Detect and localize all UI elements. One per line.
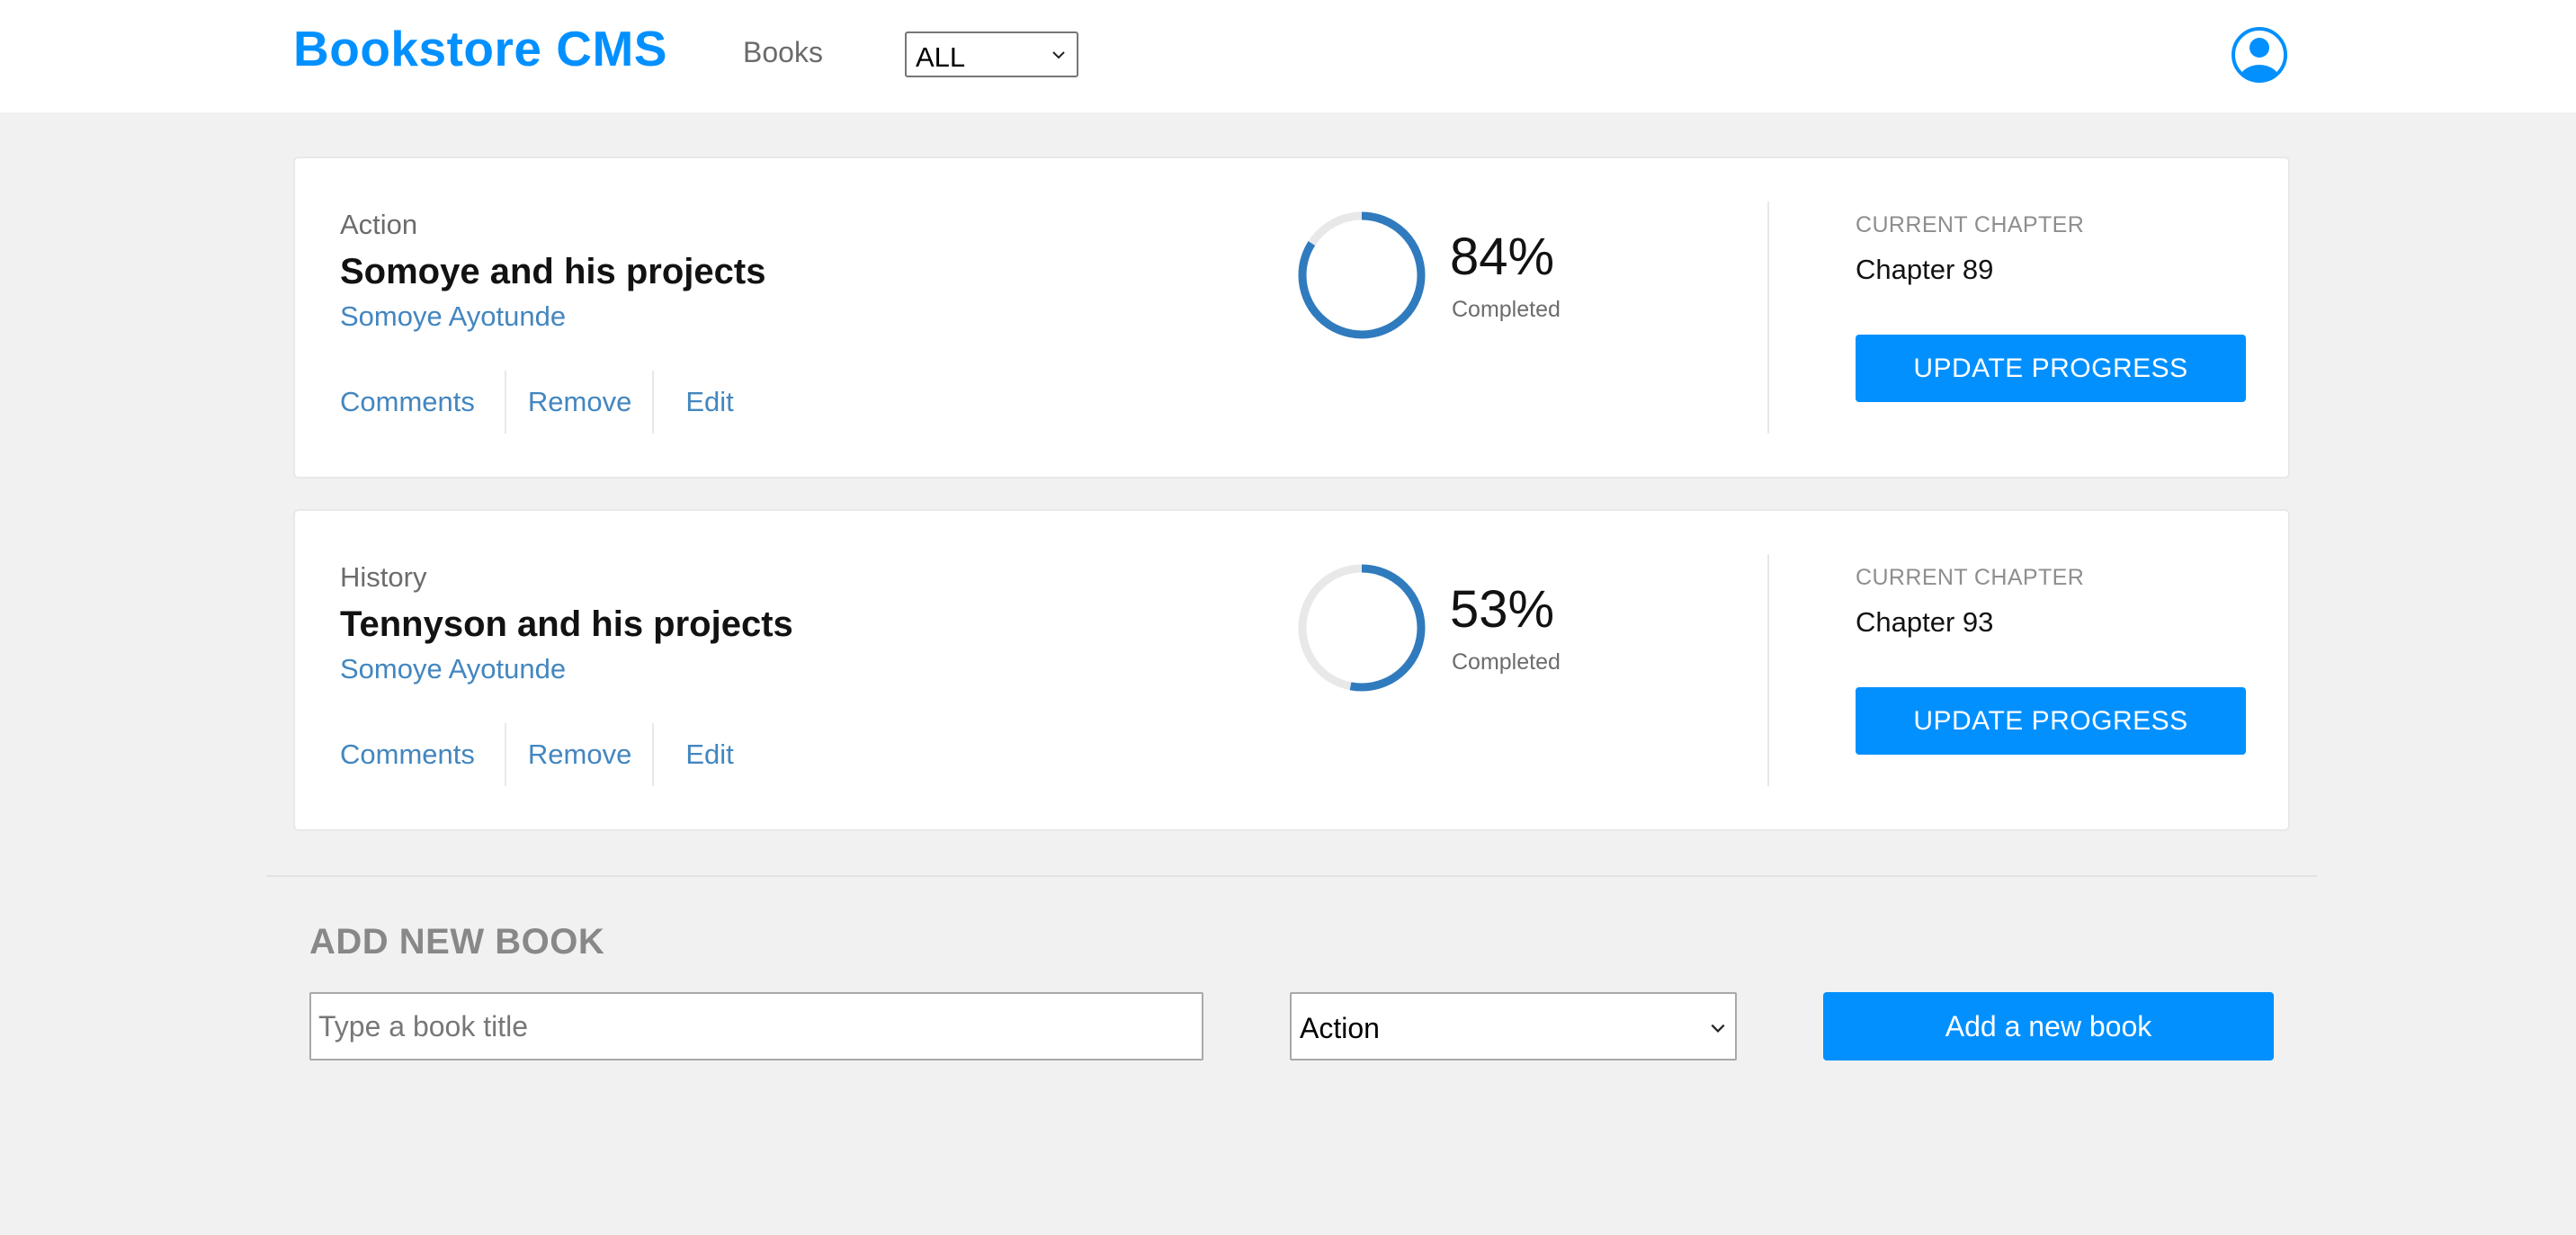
progress-percent: 84% bbox=[1450, 228, 1555, 286]
remove-button[interactable]: Remove bbox=[506, 738, 652, 771]
edit-button[interactable]: Edit bbox=[654, 738, 733, 771]
current-chapter: Chapter 93 bbox=[1856, 606, 1994, 638]
book-card: Action Somoye and his projects Somoye Ay… bbox=[293, 157, 2290, 479]
app-header: Bookstore CMS Books ALL bbox=[0, 0, 2576, 112]
book-card: History Tennyson and his projects Somoye… bbox=[293, 509, 2290, 831]
comments-button[interactable]: Comments bbox=[340, 386, 505, 418]
book-title: Somoye and his projects bbox=[340, 252, 766, 291]
current-chapter-label: CURRENT CHAPTER bbox=[1856, 565, 2085, 590]
current-chapter: Chapter 89 bbox=[1856, 254, 1994, 285]
update-progress-button[interactable]: UPDATE PROGRESS bbox=[1856, 687, 2246, 755]
completed-label: Completed bbox=[1452, 297, 1561, 322]
user-circle-icon[interactable] bbox=[2229, 25, 2290, 85]
card-divider bbox=[1767, 554, 1769, 786]
book-category-select[interactable]: Action bbox=[1290, 992, 1737, 1060]
chevron-down-icon bbox=[1052, 51, 1065, 59]
book-title: Tennyson and his projects bbox=[340, 604, 793, 644]
edit-button[interactable]: Edit bbox=[654, 386, 733, 418]
book-genre: History bbox=[340, 561, 427, 593]
progress-percent: 53% bbox=[1450, 580, 1555, 639]
card-divider bbox=[1767, 201, 1769, 434]
add-book-button[interactable]: Add a new book bbox=[1823, 992, 2274, 1060]
book-category-value: Action bbox=[1300, 1012, 1380, 1044]
section-divider bbox=[266, 875, 2317, 877]
comments-button[interactable]: Comments bbox=[340, 738, 505, 771]
book-author[interactable]: Somoye Ayotunde bbox=[340, 653, 566, 685]
chevron-down-icon bbox=[1711, 1024, 1725, 1033]
progress-indicator: 84% Completed bbox=[1295, 209, 1655, 344]
progress-ring bbox=[1298, 211, 1426, 339]
category-filter-value: ALL bbox=[916, 41, 966, 73]
remove-button[interactable]: Remove bbox=[506, 386, 652, 418]
book-author[interactable]: Somoye Ayotunde bbox=[340, 300, 566, 333]
progress-ring bbox=[1298, 564, 1426, 692]
book-title-input[interactable] bbox=[309, 992, 1203, 1060]
book-genre: Action bbox=[340, 209, 418, 240]
book-actions: Comments Remove Edit bbox=[340, 723, 734, 786]
book-actions: Comments Remove Edit bbox=[340, 371, 734, 434]
brand-logo[interactable]: Bookstore CMS bbox=[293, 20, 667, 77]
add-book-heading: ADD NEW BOOK bbox=[309, 922, 605, 962]
nav-link-books[interactable]: Books bbox=[743, 36, 823, 69]
update-progress-button[interactable]: UPDATE PROGRESS bbox=[1856, 335, 2246, 402]
progress-indicator: 53% Completed bbox=[1295, 561, 1655, 696]
current-chapter-label: CURRENT CHAPTER bbox=[1856, 212, 2085, 237]
category-filter-select[interactable]: ALL bbox=[905, 31, 1078, 77]
completed-label: Completed bbox=[1452, 649, 1561, 675]
